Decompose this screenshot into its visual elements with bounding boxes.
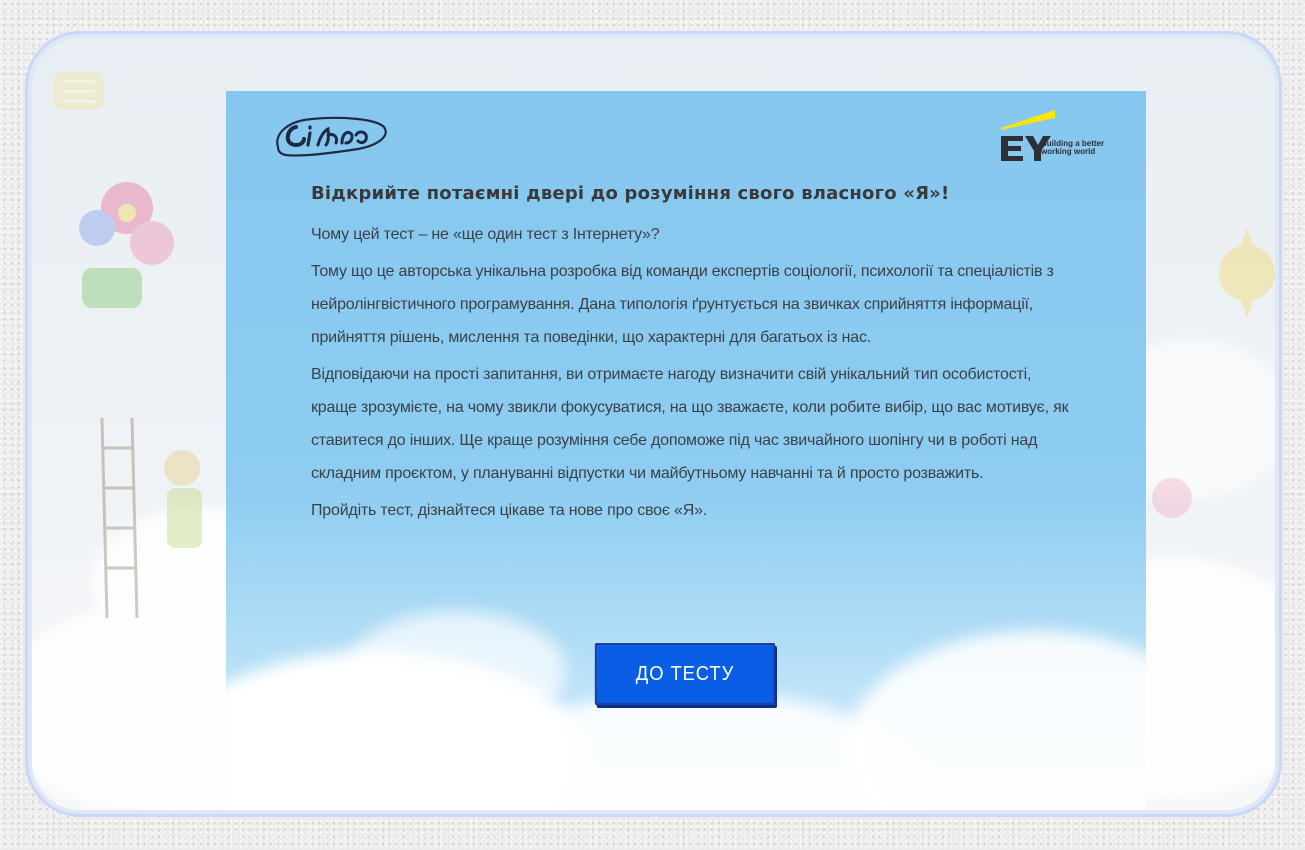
sun-character-illustration bbox=[1219, 228, 1275, 318]
app-frame: Building a better working world Відкрийт… bbox=[32, 38, 1275, 810]
flower-character-illustration bbox=[79, 182, 174, 308]
intro-content: Відкрийте потаємні двері до розуміння св… bbox=[311, 183, 1071, 531]
intro-paragraph: Відповідаючи на прості запитання, ви отр… bbox=[311, 366, 1069, 482]
intro-panel: Building a better working world Відкрийт… bbox=[226, 91, 1146, 810]
menu-button[interactable] bbox=[54, 72, 104, 110]
ladder-character-illustration bbox=[100, 418, 202, 618]
panel-cloud bbox=[346, 611, 566, 731]
intro-paragraph: Пройдіть тест, дізнайтеся цікаве та нове… bbox=[311, 502, 708, 519]
silpo-logo[interactable] bbox=[272, 113, 390, 161]
pig-character-illustration bbox=[1152, 478, 1192, 518]
ey-tagline: Building a better working world bbox=[1041, 139, 1105, 156]
hamburger-icon-bar bbox=[62, 89, 96, 93]
start-test-button[interactable]: ДО ТЕСТУ bbox=[594, 643, 776, 705]
hamburger-icon-bar bbox=[62, 99, 96, 103]
intro-paragraph: Чому цей тест – не «ще один тест з Інтер… bbox=[311, 226, 660, 243]
page-title: Відкрийте потаємні двері до розуміння св… bbox=[311, 183, 950, 204]
ey-logo[interactable]: Building a better working world bbox=[997, 108, 1117, 164]
intro-paragraph: Тому що це авторська унікальна розробка … bbox=[311, 263, 1054, 346]
panel-cloud bbox=[846, 631, 1146, 810]
hamburger-icon bbox=[62, 79, 96, 83]
